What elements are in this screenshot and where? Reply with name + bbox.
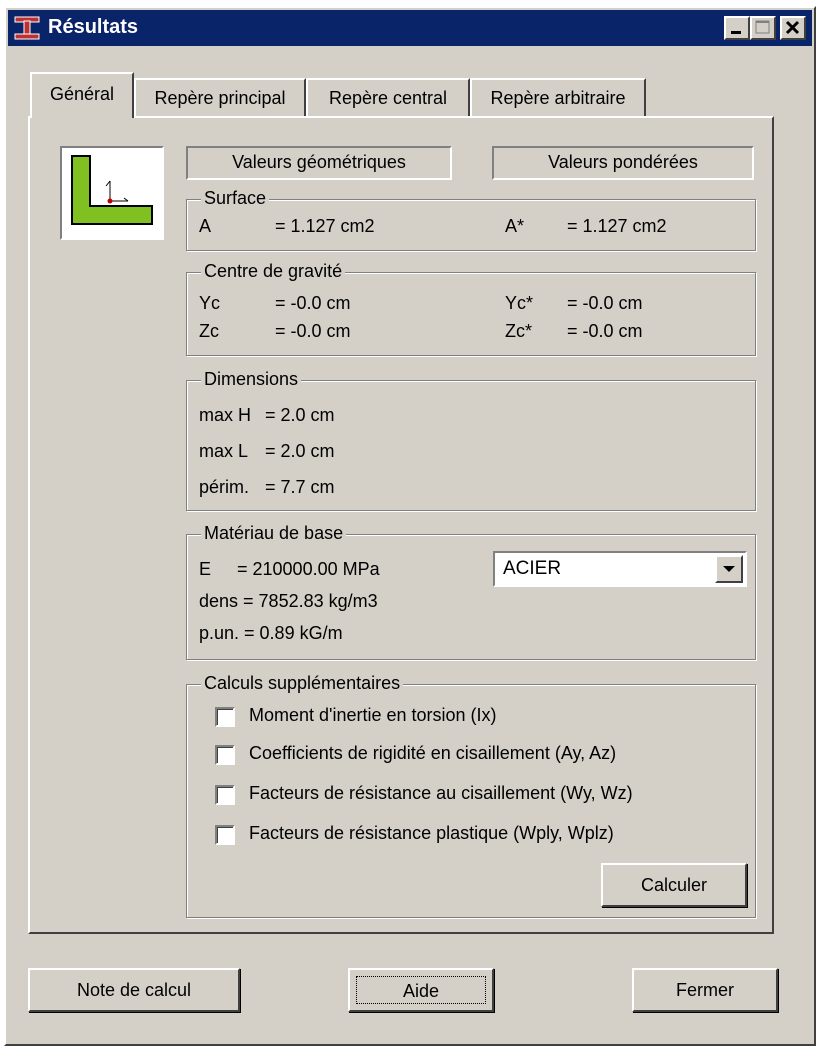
surface-legend: Surface: [201, 188, 270, 208]
tab-repere-principal[interactable]: Repère principal: [134, 78, 306, 116]
yc-label: Yc: [199, 293, 221, 313]
max-l-value: = 2.0 cm: [265, 441, 335, 461]
window-title: Résultats: [48, 16, 139, 38]
materiau-legend: Matériau de base: [201, 523, 347, 543]
centre-legend: Centre de gravité: [201, 261, 346, 281]
close-icon: [785, 20, 800, 35]
maximize-icon: [755, 20, 770, 34]
e-value: = 210000.00 MPa: [237, 559, 380, 579]
checkbox-shear-resistance[interactable]: [215, 785, 235, 805]
minimize-icon: [731, 31, 741, 34]
surface-a-star-value: = 1.127 cm2: [567, 216, 667, 236]
close-button[interactable]: [780, 16, 806, 40]
max-h-label: max H: [199, 405, 252, 425]
tab-general[interactable]: Général: [30, 72, 134, 118]
dropdown-arrow-button[interactable]: [715, 555, 743, 583]
tab-repere-arbitraire[interactable]: Repère arbitraire: [470, 78, 646, 116]
surface-group: Surface A = 1.127 cm2 A* = 1.127 cm2: [186, 188, 756, 251]
surface-a-star-label: A*: [505, 216, 525, 236]
zc-label: Zc: [199, 321, 219, 341]
close-dialog-button[interactable]: Fermer: [632, 968, 778, 1012]
title-bar[interactable]: Résultats: [8, 10, 812, 46]
yc-star-label: Yc*: [505, 293, 534, 313]
e-label: E: [199, 559, 212, 579]
help-button[interactable]: Aide: [348, 968, 494, 1012]
chevron-down-icon: [723, 566, 735, 572]
note-de-calcul-button[interactable]: Note de calcul: [28, 968, 240, 1012]
zc-value: = -0.0 cm: [275, 321, 351, 341]
materiau-group: Matériau de base E = 210000.00 MPa dens …: [186, 523, 756, 660]
yc-value: = -0.0 cm: [275, 293, 351, 313]
section-profile-icon: [13, 15, 41, 41]
option-torsion-label: Moment d'inertie en torsion (Ix): [249, 705, 497, 725]
centre-gravite-group: Centre de gravité Yc = -0.0 cm Yc* = -0.…: [186, 261, 756, 356]
zc-star-value: = -0.0 cm: [567, 321, 643, 341]
option-shear-resistance-label: Facteurs de résistance au cisaillement (…: [249, 783, 633, 803]
maximize-button[interactable]: [750, 16, 776, 40]
tab-repere-central[interactable]: Repère central: [306, 78, 470, 116]
angle-profile-icon: [71, 155, 153, 225]
checkbox-shear-stiffness[interactable]: [215, 745, 235, 765]
perim-label: périm.: [199, 477, 250, 497]
surface-a-value: = 1.127 cm2: [275, 216, 375, 236]
dimensions-legend: Dimensions: [201, 369, 302, 389]
density-value: dens = 7852.83 kg/m3: [199, 591, 378, 611]
checkbox-torsion[interactable]: [215, 707, 235, 727]
geometric-values-header: Valeurs géométriques: [186, 146, 452, 180]
zc-star-label: Zc*: [505, 321, 532, 341]
calculate-button[interactable]: Calculer: [601, 863, 747, 907]
help-button-label: Aide: [356, 976, 486, 1004]
checkbox-plastic-resistance[interactable]: [215, 825, 235, 845]
max-l-label: max L: [199, 441, 249, 461]
profile-preview: [60, 146, 164, 240]
dimensions-group: Dimensions max H = 2.0 cm max L = 2.0 cm…: [186, 369, 756, 511]
calculs-supplementaires-group: Calculs supplémentaires Moment d'inertie…: [186, 673, 756, 918]
max-h-value: = 2.0 cm: [265, 405, 335, 425]
minimize-button[interactable]: [724, 16, 750, 40]
surface-a-label: A: [199, 216, 212, 236]
unit-weight-value: p.un. = 0.89 kG/m: [199, 623, 343, 643]
yc-star-value: = -0.0 cm: [567, 293, 643, 313]
weighted-values-header: Valeurs pondérées: [492, 146, 754, 180]
calculs-legend: Calculs supplémentaires: [201, 673, 404, 693]
option-plastic-resistance-label: Facteurs de résistance plastique (Wply, …: [249, 823, 614, 843]
option-shear-stiffness-label: Coefficients de rigidité en cisaillement…: [249, 743, 617, 763]
material-select[interactable]: ACIER: [493, 551, 747, 587]
material-select-value: ACIER: [503, 558, 562, 579]
perim-value: = 7.7 cm: [265, 477, 335, 497]
